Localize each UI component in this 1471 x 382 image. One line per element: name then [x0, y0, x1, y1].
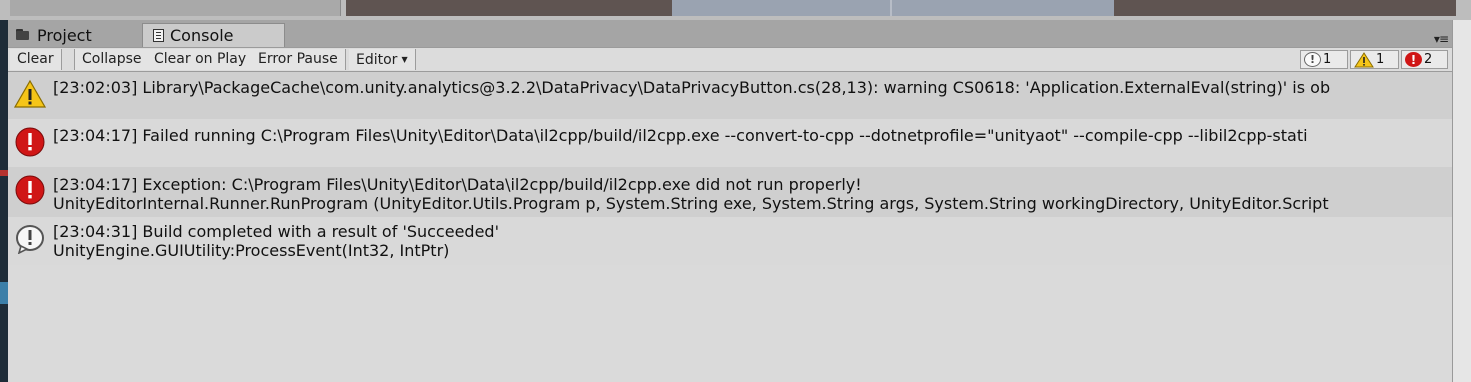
collapse-button[interactable]: Collapse	[74, 49, 150, 70]
left-window-edge	[0, 20, 8, 382]
log-message: [23:04:31] Build completed with a result…	[53, 222, 499, 260]
warning-icon	[14, 79, 46, 108]
left-edge-mark-blue	[0, 282, 8, 304]
log-message: [23:02:03] Library\PackageCache\com.unit…	[53, 78, 1330, 97]
log-message: [23:04:17] Exception: C:\Program Files\U…	[53, 175, 1329, 213]
vertical-scrollbar[interactable]	[1452, 20, 1471, 382]
chevron-down-icon: ▼	[401, 55, 408, 64]
error-filter-toggle[interactable]: ! 2	[1401, 50, 1448, 69]
console-icon	[153, 29, 164, 42]
log-message: [23:04:17] Failed running C:\Program Fil…	[53, 126, 1308, 145]
error-count: 2	[1424, 52, 1433, 67]
log-entry[interactable]: [23:04:17] Exception: C:\Program Files\U…	[8, 167, 1452, 217]
clear-on-play-button[interactable]: Clear on Play	[147, 49, 255, 70]
tab-bar: Project Console ▾≡	[8, 20, 1452, 47]
log-line-1: [23:04:17] Exception: C:\Program Files\U…	[53, 175, 862, 194]
panel-menu-icon[interactable]: ▾≡	[1434, 32, 1449, 46]
info-icon	[16, 225, 44, 254]
clear-button[interactable]: Clear	[10, 49, 62, 70]
warning-filter-toggle[interactable]: 1	[1350, 50, 1399, 69]
error-pause-button[interactable]: Error Pause	[251, 49, 346, 70]
scene-view-highlight	[672, 0, 1114, 16]
log-line-1: [23:02:03] Library\PackageCache\com.unit…	[53, 78, 1331, 97]
info-icon: !	[1304, 52, 1321, 67]
log-entry[interactable]: [23:02:03] Library\PackageCache\com.unit…	[8, 72, 1452, 119]
scene-view-strip	[0, 0, 1471, 20]
log-line-1: [23:04:31] Build completed with a result…	[53, 222, 499, 241]
console-log-list: [23:02:03] Library\PackageCache\com.unit…	[8, 72, 1452, 382]
error-icon	[15, 127, 45, 157]
info-filter-toggle[interactable]: ! 1	[1300, 50, 1348, 69]
log-line-2: UnityEditorInternal.Runner.RunProgram (U…	[53, 194, 1329, 213]
editor-dropdown-label: Editor	[356, 52, 398, 68]
tab-project-label: Project	[37, 25, 92, 45]
warning-count: 1	[1376, 52, 1385, 67]
log-entry[interactable]: [23:04:17] Failed running C:\Program Fil…	[8, 119, 1452, 167]
scene-toolbar-left	[10, 0, 341, 16]
tab-project[interactable]: Project	[16, 23, 92, 47]
info-count: 1	[1323, 52, 1332, 67]
log-line-1: [23:04:17] Failed running C:\Program Fil…	[53, 126, 1308, 145]
warning-icon	[1354, 51, 1374, 67]
folder-icon	[16, 29, 31, 41]
error-icon: !	[1405, 52, 1422, 67]
left-edge-mark-red	[0, 170, 8, 176]
log-line-2: UnityEngine.GUIUtility:ProcessEvent(Int3…	[53, 241, 450, 260]
console-toolbar: Clear Collapse Clear on Play Error Pause…	[8, 47, 1452, 72]
error-icon	[15, 175, 45, 205]
tab-console[interactable]: Console	[142, 23, 285, 47]
tab-console-label: Console	[170, 26, 234, 45]
log-entry[interactable]: [23:04:31] Build completed with a result…	[8, 217, 1452, 265]
editor-dropdown[interactable]: Editor ▼	[349, 49, 416, 70]
